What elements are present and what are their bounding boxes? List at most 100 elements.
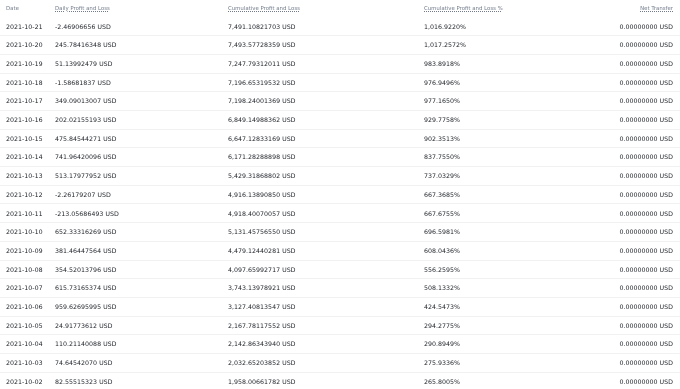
- net-transfer-cell: 0.00000000 USD: [619, 98, 673, 106]
- net-transfer-cell: 0.00000000 USD: [619, 378, 673, 386]
- table-row: 2021-10-17 349.09013007 USD 7,198.24001369…: [0, 92, 680, 111]
- daily-pnl-cell: 82.55515323 USD: [55, 378, 113, 386]
- cumulative-pnl-pct-cell: 290.8949%: [424, 341, 461, 349]
- cumulative-pnl-pct-cell: 837.7550%: [424, 154, 461, 162]
- daily-pnl-cell: 652.33316269 USD: [55, 229, 117, 237]
- net-transfer-cell: 0.00000000 USD: [619, 135, 673, 143]
- date-cell: 2021-10-18: [6, 79, 43, 87]
- cumulative-pnl-pct-cell: 1,017.2572%: [424, 42, 467, 50]
- cumulative-pnl-cell: 4,097.65992717 USD: [228, 266, 296, 274]
- daily-pnl-cell: 381.46447564 USD: [55, 247, 117, 255]
- daily-pnl-cell: 475.84544271 USD: [55, 135, 117, 143]
- cumulative-pnl-cell: 3,743.13978921 USD: [228, 285, 296, 293]
- column-header-date: Date: [6, 6, 19, 12]
- date-cell: 2021-10-02: [6, 378, 43, 386]
- daily-pnl-cell: 24.91773612 USD: [55, 322, 113, 330]
- table-row: 2021-10-19 51.13992479 USD 7,247.79312011 …: [0, 55, 680, 74]
- table-row: 2021-10-07 615.73165374 USD 3,743.13978921…: [0, 279, 680, 298]
- cumulative-pnl-pct-cell: 608.0436%: [424, 247, 461, 255]
- table-row: 2021-10-10 652.33316269 USD 5,131.45756550…: [0, 223, 680, 242]
- column-header-cumulative-pnl[interactable]: Cumulative Profit and Loss: [228, 5, 300, 13]
- cumulative-pnl-pct-cell: 977.1650%: [424, 98, 461, 106]
- pnl-table: Date Daily Profit and Loss Cumulative Pr…: [0, 0, 680, 389]
- table-row: 2021-10-15 475.84544271 USD 6,647.12833169…: [0, 130, 680, 149]
- table-row: 2021-10-03 74.64542070 USD 2,032.65203852 …: [0, 354, 680, 373]
- table-row: 2021-10-06 959.62695995 USD 3,127.40813547…: [0, 298, 680, 317]
- daily-pnl-cell: 513.17977952 USD: [55, 173, 117, 181]
- table-row: 2021-10-12 -2.26179207 USD 4,916.13890850 …: [0, 186, 680, 205]
- table-row: 2021-10-02 82.55515323 USD 1,958.00661782 …: [0, 373, 680, 389]
- cumulative-pnl-cell: 2,167.78117552 USD: [228, 322, 296, 330]
- date-cell: 2021-10-17: [6, 98, 43, 106]
- daily-pnl-cell: 615.73165374 USD: [55, 285, 117, 293]
- cumulative-pnl-cell: 5,131.45756550 USD: [228, 229, 296, 237]
- cumulative-pnl-cell: 3,127.40813547 USD: [228, 304, 296, 311]
- table-row: 2021-10-04 110.21140088 USD 2,142.86343940…: [0, 335, 680, 355]
- table-row: 2021-10-16 202.02155193 USD 6,849.14988362…: [0, 111, 680, 130]
- table-header: Date Daily Profit and Loss Cumulative Pr…: [0, 0, 680, 18]
- net-transfer-cell: 0.00000000 USD: [619, 266, 673, 274]
- daily-pnl-cell: -1.58681837 USD: [55, 79, 111, 87]
- cumulative-pnl-cell: 4,918.40070057 USD: [228, 210, 296, 218]
- date-cell: 2021-10-20: [6, 42, 43, 50]
- net-transfer-cell: 0.00000000 USD: [619, 285, 673, 293]
- cumulative-pnl-cell: 7,491.10821703 USD: [228, 23, 296, 31]
- date-cell: 2021-10-12: [6, 191, 43, 199]
- date-cell: 2021-10-09: [6, 247, 43, 255]
- date-cell: 2021-10-04: [6, 341, 43, 349]
- table-row: 2021-10-13 513.17977952 USD 5,429.31868802…: [0, 167, 680, 186]
- cumulative-pnl-cell: 7,198.24001369 USD: [228, 98, 296, 106]
- net-transfer-cell: 0.00000000 USD: [619, 42, 673, 50]
- column-header-net-transfer[interactable]: Net Transfer: [640, 5, 673, 13]
- net-transfer-cell: 0.00000000 USD: [619, 191, 673, 199]
- daily-pnl-cell: 245.78416348 USD: [55, 42, 117, 50]
- column-header-daily-pnl[interactable]: Daily Profit and Loss: [55, 5, 110, 13]
- cumulative-pnl-pct-cell: 424.5473%: [424, 304, 461, 311]
- cumulative-pnl-cell: 4,479.12440281 USD: [228, 247, 296, 255]
- cumulative-pnl-pct-cell: 737.0329%: [424, 173, 461, 181]
- table-row: 2021-10-18 -1.58681837 USD 7,196.65319532 …: [0, 74, 680, 93]
- cumulative-pnl-pct-cell: 929.7758%: [424, 117, 461, 124]
- table-row: 2021-10-11 -213.05686493 USD 4,918.4007005…: [0, 205, 680, 224]
- table-row: 2021-10-09 381.46447564 USD 4,479.12440281…: [0, 242, 680, 261]
- net-transfer-cell: 0.00000000 USD: [619, 154, 673, 162]
- daily-pnl-cell: -213.05686493 USD: [55, 210, 119, 218]
- date-cell: 2021-10-16: [6, 117, 43, 124]
- cumulative-pnl-pct-cell: 667.6755%: [424, 210, 461, 218]
- table-row: 2021-10-21 -2.46906656 USD 7,491.10821703 …: [0, 18, 680, 37]
- cumulative-pnl-pct-cell: 667.3685%: [424, 191, 461, 199]
- date-cell: 2021-10-08: [6, 266, 43, 274]
- net-transfer-cell: 0.00000000 USD: [619, 360, 673, 368]
- net-transfer-cell: 0.00000000 USD: [619, 60, 673, 68]
- table-row: 2021-10-14 741.96420096 USD 6,171.28288898…: [0, 148, 680, 168]
- column-header-cumulative-pnl-pct[interactable]: Cumulative Profit and Loss %: [424, 5, 503, 13]
- cumulative-pnl-cell: 7,247.79312011 USD: [228, 60, 296, 68]
- cumulative-pnl-pct-cell: 976.9496%: [424, 79, 461, 87]
- daily-pnl-cell: 959.62695995 USD: [55, 304, 117, 311]
- net-transfer-cell: 0.00000000 USD: [619, 210, 673, 218]
- cumulative-pnl-pct-cell: 556.2595%: [424, 266, 461, 274]
- daily-pnl-cell: 74.64542070 USD: [55, 360, 113, 368]
- date-cell: 2021-10-11: [6, 210, 43, 218]
- cumulative-pnl-pct-cell: 1,016.9220%: [424, 23, 467, 31]
- date-cell: 2021-10-10: [6, 229, 43, 237]
- daily-pnl-cell: 202.02155193 USD: [55, 117, 117, 124]
- cumulative-pnl-cell: 1,958.00661782 USD: [228, 378, 296, 386]
- date-cell: 2021-10-13: [6, 173, 43, 181]
- cumulative-pnl-pct-cell: 294.2775%: [424, 322, 461, 330]
- net-transfer-cell: 0.00000000 USD: [619, 247, 673, 255]
- cumulative-pnl-cell: 6,647.12833169 USD: [228, 135, 296, 143]
- daily-pnl-cell: 349.09013007 USD: [55, 98, 117, 106]
- cumulative-pnl-pct-cell: 696.5981%: [424, 229, 461, 237]
- daily-pnl-cell: 741.96420096 USD: [55, 154, 117, 162]
- daily-pnl-cell: -2.46906656 USD: [55, 23, 111, 31]
- net-transfer-cell: 0.00000000 USD: [619, 79, 673, 87]
- net-transfer-cell: 0.00000000 USD: [619, 173, 673, 181]
- cumulative-pnl-cell: 7,196.65319532 USD: [228, 79, 296, 87]
- date-cell: 2021-10-05: [6, 322, 43, 330]
- table-row: 2021-10-08 354.52013796 USD 4,097.65992717…: [0, 261, 680, 280]
- cumulative-pnl-pct-cell: 902.3513%: [424, 135, 461, 143]
- date-cell: 2021-10-21: [6, 23, 43, 31]
- date-cell: 2021-10-03: [6, 360, 43, 368]
- net-transfer-cell: 0.00000000 USD: [619, 322, 673, 330]
